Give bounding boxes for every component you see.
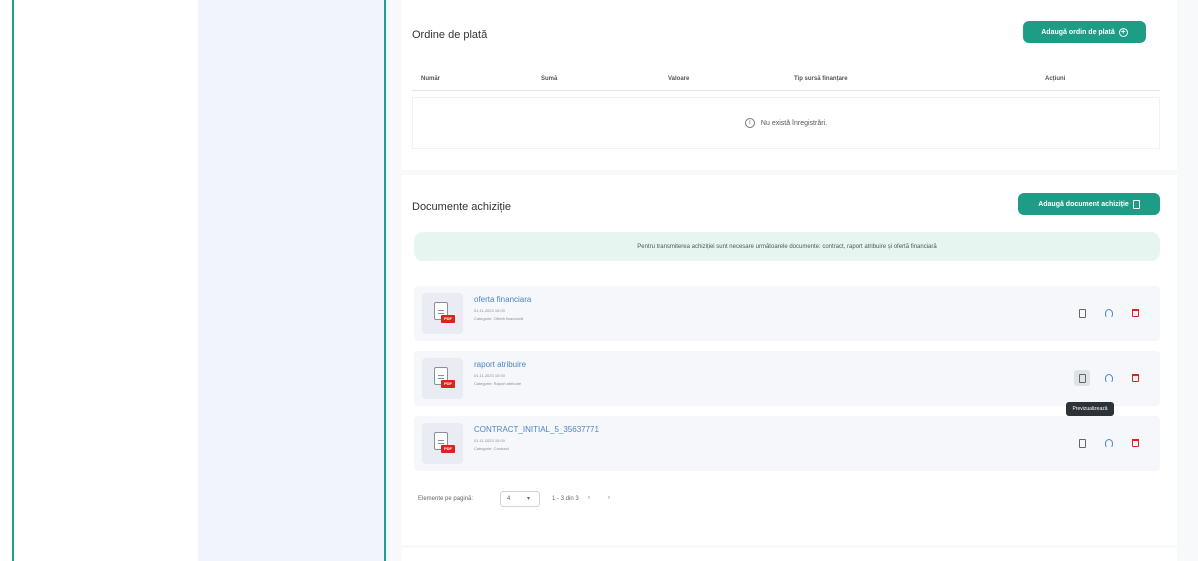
document-row: PDF raport atribuire 01.11.2023 10:00 Ca… [414,351,1160,406]
document-date: 01.11.2023 10:00 [474,373,505,378]
range-label: 1 - 3 din 3 [552,496,579,502]
download-button[interactable] [1101,305,1117,321]
add-acquisition-document-button[interactable]: Adaugă document achiziție [1018,193,1160,215]
page: Ordine de plată Adaugă ordin de plată + … [0,0,1198,561]
document-category: Categorie: Ofertă financiară [474,316,524,321]
document-view-icon [1078,373,1086,383]
acquisition-documents-card: Documente achiziție Adaugă document achi… [402,175,1177,545]
pdf-file-icon: PDF [422,423,463,464]
payment-orders-card: Ordine de plată Adaugă ordin de plată + … [402,0,1177,170]
add-payment-order-button[interactable]: Adaugă ordin de plată + [1023,21,1146,43]
delete-button[interactable] [1127,305,1143,321]
delete-button[interactable] [1127,370,1143,386]
trash-icon [1131,374,1139,382]
add-acquisition-document-label: Adaugă document achiziție [1038,200,1129,208]
column-header: Număr [421,76,441,82]
chevron-down-icon: ▾ [527,496,531,502]
plus-circle-icon: + [1118,27,1128,37]
trash-icon [1131,439,1139,447]
document-category: Categorie: Contract [474,446,509,451]
pdf-file-icon: PDF [422,293,463,334]
document-row: PDF oferta financiara 01.11.2023 10:00 C… [414,286,1160,341]
sidebar [198,0,384,561]
empty-state: i Nu există înregistrări. [412,97,1160,149]
document-date: 01.11.2023 10:00 [474,438,505,443]
column-header: Tip sursă finanțare [794,76,848,82]
next-section-card [402,548,1177,561]
delete-button[interactable] [1127,435,1143,451]
preview-tooltip: Previzualizează [1066,402,1114,416]
payment-orders-table-header: Număr Sumă Valoare Tip sursă finanțare A… [412,67,1160,91]
download-icon [1105,438,1113,448]
acquisition-documents-title: Documente achiziție [412,201,512,213]
document-name-link[interactable]: oferta financiara [474,295,531,304]
download-icon [1105,373,1113,383]
main-content[interactable]: Ordine de plată Adaugă ordin de plată + … [386,0,1198,561]
empty-message: Nu există înregistrări. [760,119,828,127]
document-name-link[interactable]: raport atribuire [474,360,526,369]
download-button[interactable] [1101,435,1117,451]
previous-page-button[interactable]: ‹ [588,495,590,501]
preview-button[interactable] [1074,305,1090,321]
left-divider [12,0,14,561]
column-header: Sumă [541,76,558,82]
pdf-file-icon: PDF [422,358,463,399]
document-date: 01.11.2023 10:00 [474,308,505,313]
items-per-page-select[interactable]: 4 ▾ [500,491,540,507]
pdf-badge: PDF [441,380,455,388]
info-icon: i [744,118,755,128]
trash-icon [1131,309,1139,317]
document-view-icon [1078,438,1086,448]
add-payment-order-label: Adaugă ordin de plată [1041,28,1115,36]
required-documents-notice: Pentru transmiterea achiziției sunt nece… [414,232,1160,261]
preview-button[interactable] [1074,370,1090,386]
document-icon [1132,199,1140,209]
items-per-page-value: 4 [507,496,511,502]
preview-button[interactable] [1074,435,1090,451]
document-view-icon [1078,308,1086,318]
payment-orders-title: Ordine de plată [412,29,488,41]
document-name-link[interactable]: CONTRACT_INITIAL_5_35637771 [474,425,599,434]
column-header: Valoare [668,76,690,82]
document-row: PDF CONTRACT_INITIAL_5_35637771 01.11.20… [414,416,1160,471]
pdf-badge: PDF [441,315,455,323]
column-header: Acțiuni [1045,76,1066,82]
next-page-button[interactable]: › [608,495,610,501]
document-category: Categorie: Raport atribuire [474,381,522,386]
download-icon [1105,308,1113,318]
items-per-page-label: Elemente pe pagină: [418,496,474,502]
download-button[interactable] [1101,370,1117,386]
pdf-badge: PDF [441,445,455,453]
